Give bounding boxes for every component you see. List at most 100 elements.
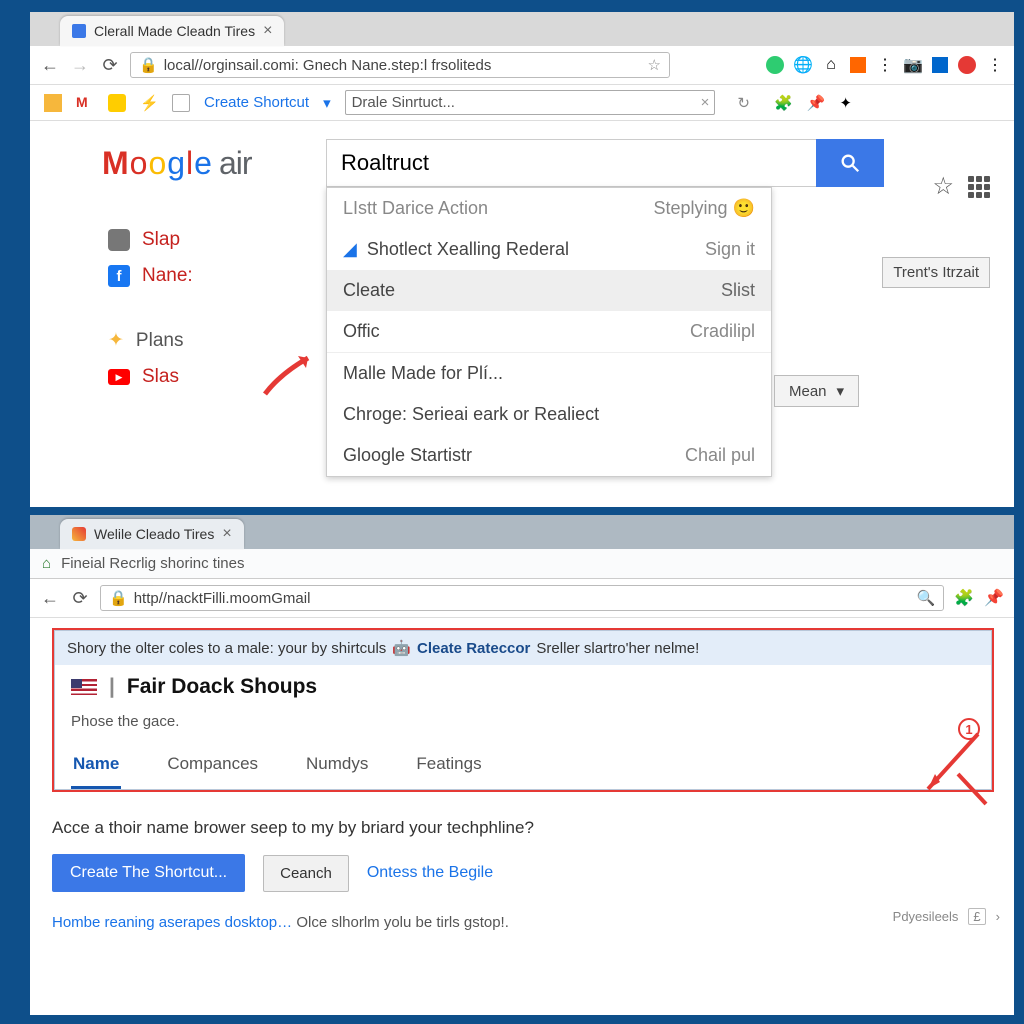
ext-icon[interactable]: ⋮ (876, 56, 894, 74)
nav-toolbar: ← → ⟳ 🔒 local//orginsail.comi: Gnech Nan… (30, 46, 1014, 85)
ext-icon[interactable]: 🌐 (794, 56, 812, 74)
page-footer: Pdyesileels £ › (893, 908, 1000, 925)
panel: | Fair Doack Shoups Phose the gace. Name… (54, 665, 992, 790)
forward-icon[interactable]: → (70, 55, 90, 75)
suggestion-row[interactable]: ◢Shotlect Xealling Rederal Sign it (327, 229, 771, 270)
ext-icon[interactable]: 📌 (984, 588, 1004, 608)
address-bar[interactable]: 🔒 local//orginsail.comi: Gnech Nane.step… (130, 52, 670, 78)
nav-item-nane[interactable]: f Nane: (102, 258, 302, 294)
reload-icon[interactable]: ⟳ (100, 55, 120, 75)
tab-name[interactable]: Name (71, 748, 121, 789)
apps-icon[interactable] (968, 176, 990, 198)
browser-tab[interactable]: Clerall Made Cleadn Tires × (60, 16, 284, 46)
ext-icon[interactable] (958, 56, 976, 74)
question-text: Acce a thoir name brower seep to my by b… (52, 818, 994, 838)
suggestion-header-right: Steplying (654, 198, 728, 218)
bookmark-icon[interactable] (44, 94, 62, 112)
nav-item-slap[interactable]: Slap (102, 222, 302, 258)
footer-text: Pdyesileels (893, 909, 959, 924)
reset-icon[interactable]: ↻ (737, 94, 750, 112)
tab-featings[interactable]: Featings (414, 748, 483, 789)
nav-label: Slap (142, 229, 180, 251)
highlighted-region: Shory the olter coles to a male: your by… (52, 628, 994, 792)
plans-icon: ✦ (108, 329, 124, 352)
ceanch-button[interactable]: Ceanch (263, 855, 349, 892)
ext-mini-icon[interactable]: ✦ (839, 94, 852, 112)
close-icon[interactable]: × (263, 22, 272, 40)
clear-icon[interactable]: × (701, 94, 710, 111)
suggestion-row[interactable]: Chroge: Serieai eark or Realiect (327, 394, 771, 435)
ext-icon[interactable]: ⌂ (822, 56, 840, 74)
ext-icon[interactable] (850, 57, 866, 73)
mean-label: Mean (789, 383, 827, 400)
breadcrumb-text: Fineial Recrlig shorinc tines (61, 555, 244, 572)
address-bar[interactable]: 🔒 http//nacktFilli.moomGmail 🔍 (100, 585, 944, 611)
trents-button[interactable]: Trent's Itrzait (882, 257, 990, 288)
tab-favicon (72, 24, 86, 38)
tab-compances[interactable]: Compances (165, 748, 260, 789)
tab-numdys[interactable]: Numdys (304, 748, 370, 789)
tip-link[interactable]: Hombe reaning aserapes dosktop… (52, 914, 292, 931)
tab-favicon (72, 527, 86, 541)
browser-tab[interactable]: Welile Cleado Tires × (60, 519, 244, 549)
tip-line: Hombe reaning aserapes dosktop… Olce slh… (52, 914, 994, 931)
menu-icon[interactable]: ⋮ (986, 56, 1004, 74)
ext-icon[interactable] (932, 57, 948, 73)
dropdown-icon[interactable]: ▾ (323, 94, 331, 112)
us-flag-icon (71, 679, 97, 695)
browser-window-bottom: Welile Cleado Tires × ⌂ Fineial Recrlig … (30, 515, 1014, 1015)
ext-icon[interactable]: 🧩 (954, 588, 974, 608)
suggestion-row[interactable]: Gloogle Startistr Chail pul (327, 435, 771, 476)
page-icon (172, 94, 190, 112)
browser-window-top: Clerall Made Cleadn Tires × ← → ⟳ 🔒 loca… (30, 12, 1014, 507)
nav-item-slas[interactable]: ▶ Slas (102, 359, 302, 395)
search-button[interactable] (816, 139, 884, 187)
back-icon[interactable]: ← (40, 588, 60, 608)
bookmark-icon[interactable]: ⚡ (140, 94, 158, 112)
search-in-page-icon[interactable]: 🔍 (916, 589, 935, 607)
ext-icon[interactable] (766, 56, 784, 74)
suggestion-row[interactable]: Offic Cradilipl (327, 311, 771, 352)
nav-toolbar: ← ⟳ 🔒 http//nacktFilli.moomGmail 🔍 🧩 📌 (30, 579, 1014, 618)
back-icon[interactable]: ← (40, 55, 60, 75)
bookmark-icon[interactable] (108, 94, 126, 112)
panel-tabs: Name Compances Numdys Featings (71, 748, 975, 789)
chevron-right-icon[interactable]: › (996, 909, 1000, 924)
suggestion-row[interactable]: Malle Made for Plí... (327, 352, 771, 394)
facebook-icon: f (108, 265, 130, 287)
suggestion-hint: Slist (721, 280, 755, 301)
site-logo: Moogle air (102, 145, 302, 182)
secure-icon: 🔒 (139, 56, 158, 74)
nav-label: Nane: (142, 265, 193, 287)
favorite-icon[interactable]: ☆ (932, 172, 954, 201)
home-icon[interactable]: ⌂ (42, 555, 51, 572)
chat-icon (108, 229, 130, 251)
star-icon[interactable]: ☆ (648, 56, 661, 74)
close-icon[interactable]: × (222, 525, 231, 543)
search-input[interactable] (326, 139, 816, 187)
suggestion-text: Gloogle Startistr (343, 445, 472, 466)
nav-label: Plans (136, 330, 184, 352)
suggestion-text: Offic (343, 321, 380, 342)
suggestion-text: Malle Made for Plí... (343, 363, 503, 384)
youtube-icon: ▶ (108, 369, 130, 385)
url-text: http//nacktFilli.moomGmail (134, 590, 911, 607)
suggestion-hint: Cradilipl (690, 321, 755, 342)
ext-mini-icon[interactable]: 📌 (807, 94, 826, 112)
footer-icon[interactable]: £ (968, 908, 985, 925)
create-shortcut-button[interactable]: Create Shortcut (204, 94, 309, 111)
chart-icon: ◢ (343, 239, 357, 260)
gmail-icon[interactable]: M (76, 94, 94, 112)
ontess-link[interactable]: Ontess the Begile (367, 864, 493, 882)
ext-mini-icon[interactable]: 🧩 (774, 94, 793, 112)
url-text: local//orginsail.comi: Gnech Nane.step:l… (164, 57, 642, 74)
bookmark-input[interactable] (345, 90, 715, 115)
create-shortcut-button[interactable]: Create The Shortcut... (52, 854, 245, 892)
suggestion-text: Shotlect Xealling Rederal (367, 239, 569, 260)
nav-item-plans[interactable]: ✦ Plans (102, 322, 302, 359)
ext-icon[interactable]: 📷 (904, 56, 922, 74)
reload-icon[interactable]: ⟳ (70, 588, 90, 608)
suggestion-row[interactable]: Cleate Slist (327, 270, 771, 311)
action-row: Create The Shortcut... Ceanch Ontess the… (52, 854, 994, 892)
mean-dropdown[interactable]: Mean ▾ (774, 375, 859, 407)
